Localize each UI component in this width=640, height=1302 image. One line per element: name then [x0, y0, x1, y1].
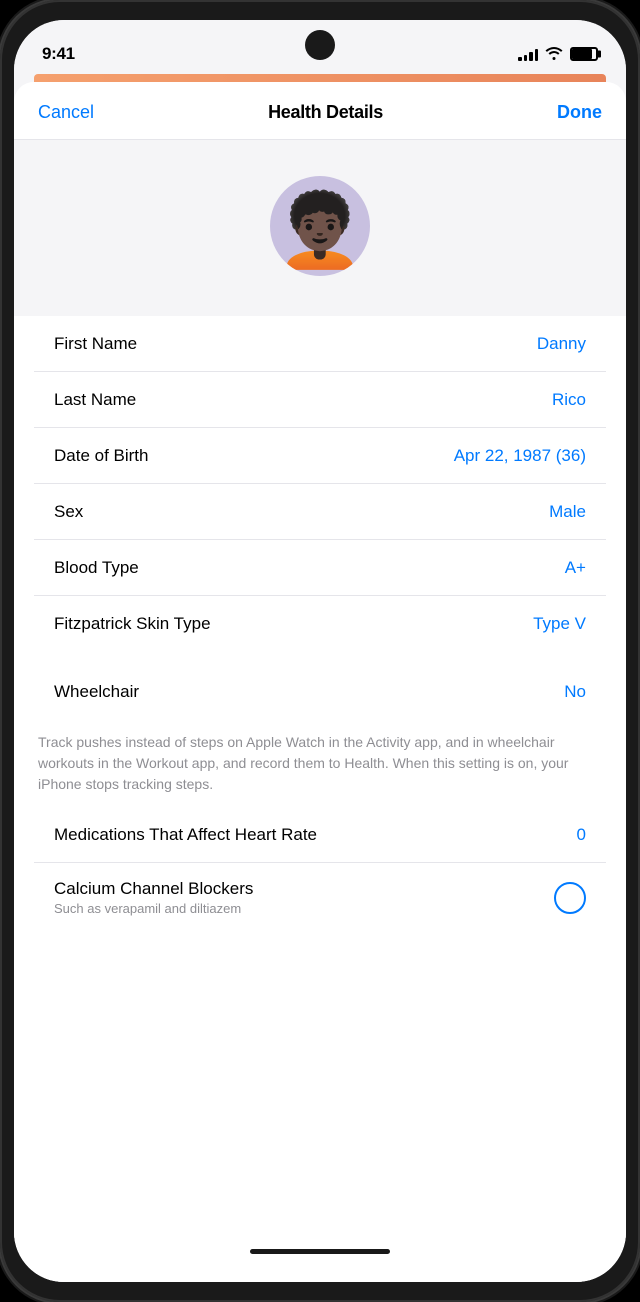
calcium-toggle[interactable]	[554, 882, 586, 914]
status-icons	[518, 46, 598, 63]
personal-info-section: First Name Danny Last Name Rico Date of …	[34, 316, 606, 652]
signal-bar-4	[535, 49, 539, 61]
skin-type-row[interactable]: Fitzpatrick Skin Type Type V	[34, 596, 606, 652]
last-name-label: Last Name	[54, 390, 136, 410]
phone-screen: 9:41	[14, 20, 626, 1282]
dob-label: Date of Birth	[54, 446, 149, 466]
blood-type-value: A+	[565, 558, 586, 578]
signal-bar-2	[524, 55, 528, 61]
first-name-row[interactable]: First Name Danny	[34, 316, 606, 372]
done-button[interactable]: Done	[557, 102, 602, 123]
wifi-icon	[545, 46, 563, 63]
status-bar: 9:41	[14, 20, 626, 74]
page-title: Health Details	[268, 102, 383, 123]
cancel-button[interactable]: Cancel	[38, 102, 94, 123]
wheelchair-section: Wheelchair No	[34, 664, 606, 720]
battery-fill	[572, 49, 592, 59]
blood-type-label: Blood Type	[54, 558, 139, 578]
last-name-row[interactable]: Last Name Rico	[34, 372, 606, 428]
signal-bar-1	[518, 57, 522, 61]
medications-heart-rate-value: 0	[577, 825, 586, 845]
skin-type-value: Type V	[533, 614, 586, 634]
medications-section: Medications That Affect Heart Rate 0 Cal…	[34, 807, 606, 932]
calcium-sub-label: Such as verapamil and diltiazem	[54, 901, 538, 916]
medications-heart-rate-row[interactable]: Medications That Affect Heart Rate 0	[34, 807, 606, 863]
accent-bar	[34, 74, 606, 82]
dob-value: Apr 22, 1987 (36)	[454, 446, 586, 466]
avatar-section: 🧑🏿‍🦱	[14, 140, 626, 316]
wheelchair-description: Track pushes instead of steps on Apple W…	[38, 732, 602, 795]
notch	[305, 30, 335, 60]
dob-row[interactable]: Date of Birth Apr 22, 1987 (36)	[34, 428, 606, 484]
skin-type-label: Fitzpatrick Skin Type	[54, 614, 211, 634]
wheelchair-row[interactable]: Wheelchair No	[34, 664, 606, 720]
medications-heart-rate-label: Medications That Affect Heart Rate	[54, 825, 577, 845]
home-indicator	[250, 1249, 390, 1254]
signal-bar-3	[529, 52, 533, 61]
screen-wrapper: 9:41	[14, 20, 626, 1282]
blood-type-row[interactable]: Blood Type A+	[34, 540, 606, 596]
first-name-value: Danny	[537, 334, 586, 354]
calcium-channel-row[interactable]: Calcium Channel Blockers Such as verapam…	[34, 863, 606, 932]
sex-row[interactable]: Sex Male	[34, 484, 606, 540]
status-time: 9:41	[42, 44, 75, 64]
sex-label: Sex	[54, 502, 83, 522]
nav-bar: Cancel Health Details Done	[14, 82, 626, 140]
phone-frame: 9:41	[0, 0, 640, 1302]
first-name-label: First Name	[54, 334, 137, 354]
avatar-emoji: 🧑🏿‍🦱	[275, 195, 365, 267]
signal-icon	[518, 47, 538, 61]
avatar[interactable]: 🧑🏿‍🦱	[270, 176, 370, 276]
wheelchair-value: No	[564, 682, 586, 702]
wheelchair-label: Wheelchair	[54, 682, 139, 702]
calcium-label-section: Calcium Channel Blockers Such as verapam…	[54, 879, 554, 916]
calcium-main-label: Calcium Channel Blockers	[54, 879, 538, 899]
last-name-value: Rico	[552, 390, 586, 410]
sex-value: Male	[549, 502, 586, 522]
modal-content: Cancel Health Details Done 🧑🏿‍🦱 First Na…	[14, 82, 626, 1282]
battery-icon	[570, 47, 598, 61]
